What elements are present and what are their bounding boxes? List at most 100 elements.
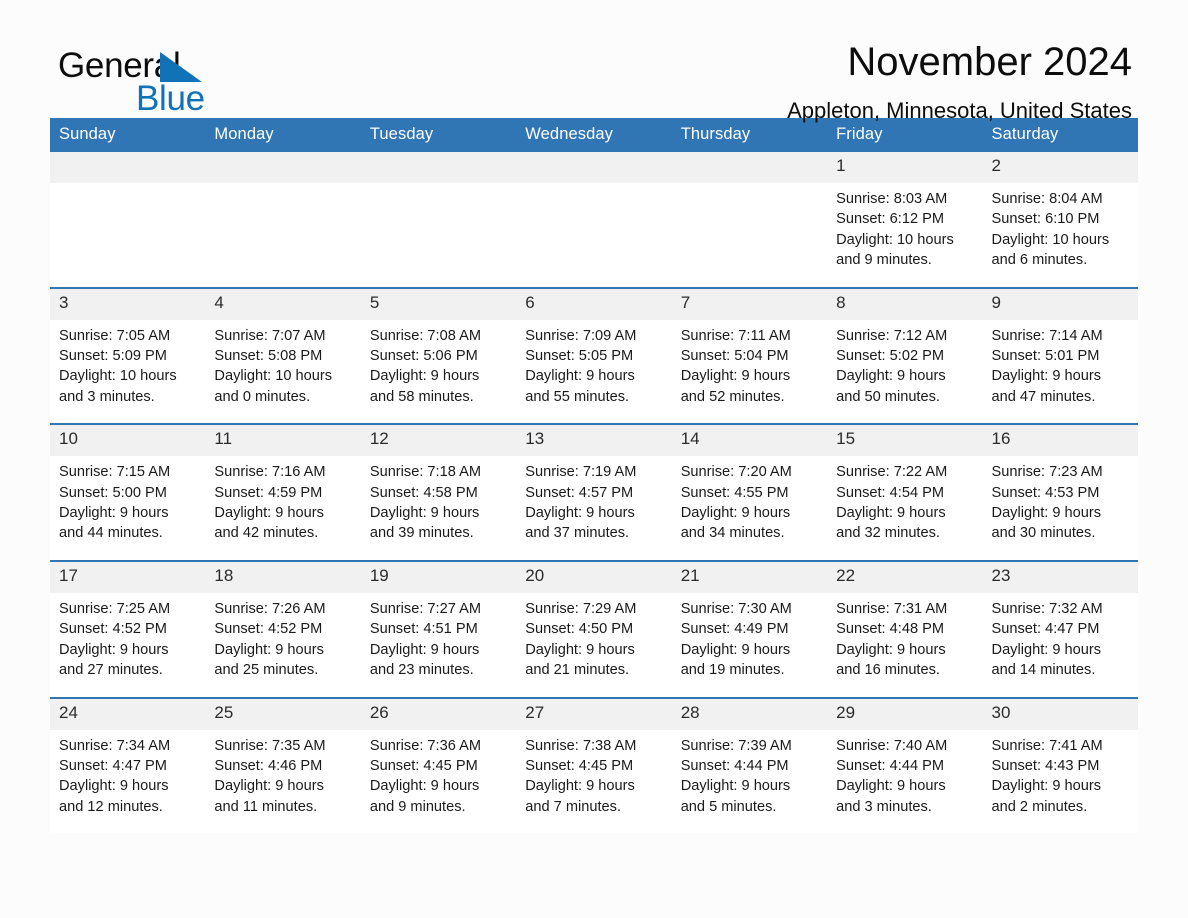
calendar-day-cell[interactable]: 18 Sunrise: 7:26 AM Sunset: 4:52 PM Dayligh… bbox=[205, 559, 361, 698]
day-details: Sunrise: 7:22 AM Sunset: 4:54 PM Daylight:… bbox=[827, 456, 982, 560]
daylight-text-cont: and 19 minutes. bbox=[680, 662, 785, 679]
daylight-text: Daylight: 9 hours bbox=[369, 778, 480, 795]
day-details: Sunrise: 7:23 AM Sunset: 4:53 PM Daylight:… bbox=[983, 456, 1138, 560]
calendar-day-cell[interactable]: 22 Sunrise: 7:31 AM Sunset: 4:48 PM Dayligh… bbox=[827, 559, 983, 698]
sunrise-text: Sunrise: 7:23 AM bbox=[991, 464, 1103, 481]
day-number: 28 bbox=[671, 698, 828, 730]
generalblue-logo[interactable]: General Blue bbox=[58, 48, 318, 118]
day-details: Sunrise: 7:27 AM Sunset: 4:51 PM Daylight:… bbox=[361, 593, 516, 697]
calendar-day-cell[interactable]: 6 Sunrise: 7:09 AM Sunset: 5:05 PM Daylight… bbox=[516, 286, 672, 425]
sunrise-text: Sunrise: 7:32 AM bbox=[991, 600, 1103, 617]
calendar-day-cell[interactable]: 21 Sunrise: 7:30 AM Sunset: 4:49 PM Dayligh… bbox=[671, 559, 828, 698]
day-number: 15 bbox=[827, 425, 983, 457]
calendar-day-cell[interactable]: 19 Sunrise: 7:27 AM Sunset: 4:51 PM Dayligh… bbox=[360, 559, 517, 698]
calendar-day-cell[interactable]: 23 Sunrise: 7:32 AM Sunset: 4:47 PM Dayligh… bbox=[982, 559, 1138, 698]
daylight-text: Daylight: 9 hours bbox=[369, 505, 480, 522]
day-number: 21 bbox=[671, 561, 828, 593]
sunset-text: Sunset: 4:51 PM bbox=[369, 621, 478, 638]
day-details: Sunrise: 7:38 AM Sunset: 4:45 PM Daylight:… bbox=[516, 730, 671, 834]
day-number bbox=[205, 152, 361, 183]
daylight-text: Daylight: 9 hours bbox=[836, 505, 946, 522]
page-subtitle: Appleton, Minnesota, United States bbox=[787, 97, 1132, 123]
day-number: 1 bbox=[827, 152, 983, 183]
calendar-body: 1 Sunrise: 8:03 AM Sunset: 6:12 PM Daylight… bbox=[50, 152, 1138, 834]
daylight-text-cont: and 44 minutes. bbox=[59, 525, 163, 542]
daylight-text-cont: and 6 minutes. bbox=[991, 252, 1088, 269]
calendar-cell-empty bbox=[671, 152, 828, 288]
daylight-text: Daylight: 10 hours bbox=[836, 231, 954, 248]
day-details: Sunrise: 7:09 AM Sunset: 5:05 PM Daylight:… bbox=[516, 320, 671, 424]
calendar-day-cell[interactable]: 24 Sunrise: 7:34 AM Sunset: 4:47 PM Dayligh… bbox=[50, 696, 206, 834]
sunset-text: Sunset: 4:45 PM bbox=[525, 757, 634, 774]
day-number: 7 bbox=[671, 288, 828, 320]
day-details bbox=[672, 183, 827, 279]
calendar-header-row: Sunday Monday Tuesday Wednesday Thursday… bbox=[50, 118, 1138, 152]
daylight-text-cont: and 32 minutes. bbox=[836, 525, 940, 542]
weekday-header-thursday: Thursday bbox=[671, 118, 828, 152]
sunrise-text: Sunrise: 7:12 AM bbox=[836, 327, 948, 344]
calendar-day-cell[interactable]: 29 Sunrise: 7:40 AM Sunset: 4:44 PM Dayligh… bbox=[827, 696, 983, 834]
calendar-day-cell[interactable]: 7 Sunrise: 7:11 AM Sunset: 5:04 PM Daylight… bbox=[671, 286, 828, 425]
calendar-page: General Blue November 2024 Appleton, Min… bbox=[0, 0, 1188, 918]
calendar-day-cell[interactable]: 11 Sunrise: 7:16 AM Sunset: 4:59 PM Dayligh… bbox=[205, 423, 361, 561]
day-number: 26 bbox=[360, 698, 517, 730]
calendar-day-cell[interactable]: 17 Sunrise: 7:25 AM Sunset: 4:52 PM Dayligh… bbox=[50, 559, 206, 698]
calendar-day-cell[interactable]: 28 Sunrise: 7:39 AM Sunset: 4:44 PM Dayligh… bbox=[671, 696, 828, 834]
day-number: 25 bbox=[205, 698, 361, 730]
calendar-day-cell[interactable]: 8 Sunrise: 7:12 AM Sunset: 5:02 PM Daylight… bbox=[827, 286, 983, 425]
sunset-text: Sunset: 4:52 PM bbox=[59, 621, 167, 638]
daylight-text-cont: and 47 minutes. bbox=[991, 388, 1096, 405]
calendar-day-cell[interactable]: 12 Sunrise: 7:18 AM Sunset: 4:58 PM Dayligh… bbox=[360, 423, 517, 561]
daylight-text: Daylight: 9 hours bbox=[214, 778, 324, 795]
day-details: Sunrise: 7:20 AM Sunset: 4:55 PM Daylight:… bbox=[672, 456, 827, 560]
day-details: Sunrise: 7:16 AM Sunset: 4:59 PM Daylight:… bbox=[205, 456, 360, 560]
sunset-text: Sunset: 4:59 PM bbox=[214, 484, 323, 501]
calendar-day-cell[interactable]: 2 Sunrise: 8:04 AM Sunset: 6:10 PM Daylight… bbox=[982, 152, 1138, 288]
daylight-text: Daylight: 9 hours bbox=[680, 368, 791, 385]
day-details: Sunrise: 7:29 AM Sunset: 4:50 PM Daylight:… bbox=[516, 593, 671, 697]
calendar-day-cell[interactable]: 14 Sunrise: 7:20 AM Sunset: 4:55 PM Dayligh… bbox=[671, 423, 828, 561]
calendar-day-cell[interactable]: 30 Sunrise: 7:41 AM Sunset: 4:43 PM Dayligh… bbox=[982, 696, 1138, 834]
sunset-text: Sunset: 6:10 PM bbox=[991, 211, 1100, 228]
calendar-cell-empty bbox=[205, 152, 361, 288]
day-number: 27 bbox=[516, 698, 672, 730]
day-details: Sunrise: 7:36 AM Sunset: 4:45 PM Daylight:… bbox=[361, 730, 516, 834]
daylight-text-cont: and 9 minutes. bbox=[836, 252, 932, 269]
daylight-text: Daylight: 9 hours bbox=[525, 641, 635, 658]
triangle-icon bbox=[160, 52, 202, 82]
daylight-text-cont: and 39 minutes. bbox=[369, 525, 474, 542]
daylight-text-cont: and 37 minutes. bbox=[525, 525, 630, 542]
daylight-text: Daylight: 9 hours bbox=[525, 368, 635, 385]
sunset-text: Sunset: 4:54 PM bbox=[836, 484, 945, 501]
calendar-day-cell[interactable]: 1 Sunrise: 8:03 AM Sunset: 6:12 PM Daylight… bbox=[827, 152, 983, 288]
calendar-cell-empty bbox=[50, 152, 206, 288]
sunrise-text: Sunrise: 7:41 AM bbox=[991, 737, 1103, 754]
calendar-day-cell[interactable]: 25 Sunrise: 7:35 AM Sunset: 4:46 PM Dayligh… bbox=[205, 696, 361, 834]
daylight-text: Daylight: 9 hours bbox=[991, 641, 1102, 658]
calendar-day-cell[interactable]: 13 Sunrise: 7:19 AM Sunset: 4:57 PM Dayligh… bbox=[516, 423, 672, 561]
sunrise-text: Sunrise: 7:14 AM bbox=[991, 327, 1103, 344]
day-number: 3 bbox=[50, 288, 206, 320]
daylight-text-cont: and 52 minutes. bbox=[680, 388, 785, 405]
daylight-text-cont: and 30 minutes. bbox=[991, 525, 1096, 542]
sunset-text: Sunset: 4:47 PM bbox=[59, 757, 167, 774]
weekday-header-monday: Monday bbox=[205, 118, 361, 152]
calendar-day-cell[interactable]: 4 Sunrise: 7:07 AM Sunset: 5:08 PM Daylight… bbox=[205, 286, 361, 425]
calendar-day-cell[interactable]: 9 Sunrise: 7:14 AM Sunset: 5:01 PM Daylight… bbox=[982, 286, 1138, 425]
calendar-day-cell[interactable]: 15 Sunrise: 7:22 AM Sunset: 4:54 PM Dayligh… bbox=[827, 423, 983, 561]
calendar-day-cell[interactable]: 3 Sunrise: 7:05 AM Sunset: 5:09 PM Daylight… bbox=[50, 286, 206, 425]
day-number bbox=[360, 152, 517, 183]
calendar-day-cell[interactable]: 20 Sunrise: 7:29 AM Sunset: 4:50 PM Dayligh… bbox=[516, 559, 672, 698]
calendar-day-cell[interactable]: 5 Sunrise: 7:08 AM Sunset: 5:06 PM Daylight… bbox=[360, 286, 517, 425]
calendar-day-cell[interactable]: 27 Sunrise: 7:38 AM Sunset: 4:45 PM Dayligh… bbox=[516, 696, 672, 834]
calendar-day-cell[interactable]: 10 Sunrise: 7:15 AM Sunset: 5:00 PM Dayligh… bbox=[50, 423, 206, 561]
sunset-text: Sunset: 5:02 PM bbox=[836, 348, 945, 365]
sunset-text: Sunset: 4:43 PM bbox=[991, 757, 1100, 774]
calendar-day-cell[interactable]: 26 Sunrise: 7:36 AM Sunset: 4:45 PM Dayligh… bbox=[360, 696, 517, 834]
calendar-table: Sunday Monday Tuesday Wednesday Thursday… bbox=[50, 118, 1138, 834]
sunset-text: Sunset: 5:09 PM bbox=[59, 348, 167, 365]
calendar-day-cell[interactable]: 16 Sunrise: 7:23 AM Sunset: 4:53 PM Dayligh… bbox=[982, 423, 1138, 561]
day-number: 11 bbox=[205, 425, 361, 457]
daylight-text-cont: and 3 minutes. bbox=[59, 388, 155, 405]
sunrise-text: Sunrise: 7:25 AM bbox=[59, 600, 171, 617]
